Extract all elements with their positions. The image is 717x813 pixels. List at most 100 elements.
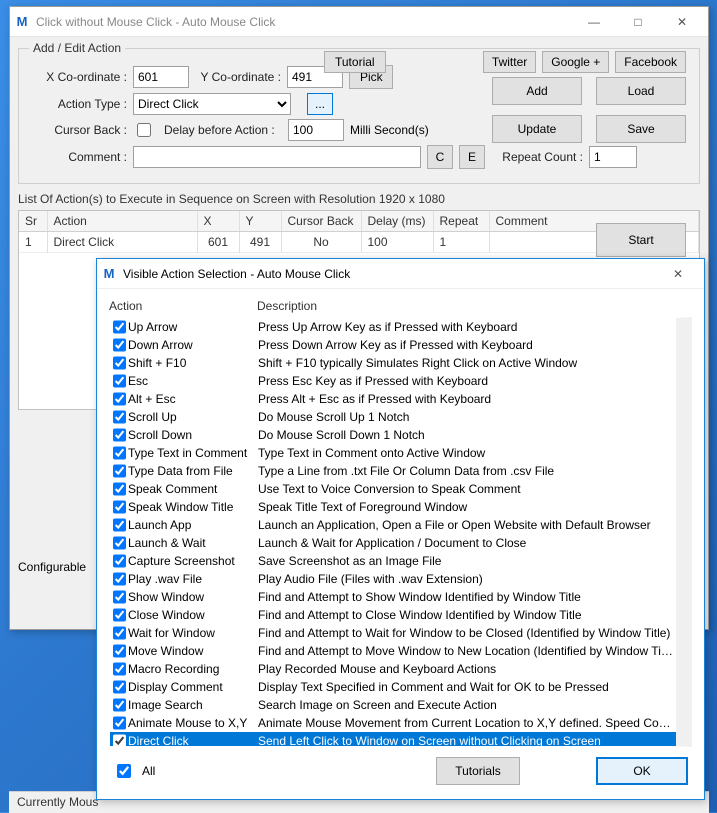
action-list[interactable]: Up ArrowPress Up Arrow Key as if Pressed… (109, 317, 692, 747)
scroll-thumb[interactable] (676, 334, 692, 730)
list-item[interactable]: Scroll DownDo Mouse Scroll Down 1 Notch (110, 426, 676, 444)
all-checkbox[interactable] (117, 764, 131, 778)
list-item[interactable]: Capture ScreenshotSave Screenshot as an … (110, 552, 676, 570)
update-button[interactable]: Update (492, 115, 582, 143)
list-item[interactable]: Alt + EscPress Alt + Esc as if Pressed w… (110, 390, 676, 408)
scrollbar[interactable]: ▲ ▼ (676, 318, 692, 746)
col-repeat[interactable]: Repeat (433, 211, 489, 232)
x-input[interactable] (133, 66, 189, 88)
cursor-back-checkbox[interactable] (137, 123, 151, 137)
list-item[interactable]: Move WindowFind and Attempt to Move Wind… (110, 642, 676, 660)
item-checkbox[interactable] (113, 338, 126, 352)
list-item[interactable]: Wait for WindowFind and Attempt to Wait … (110, 624, 676, 642)
col-delay[interactable]: Delay (ms) (361, 211, 433, 232)
item-checkbox[interactable] (113, 518, 126, 532)
list-item[interactable]: Show WindowFind and Attempt to Show Wind… (110, 588, 676, 606)
tutorials-button[interactable]: Tutorials (436, 757, 520, 785)
c-button[interactable]: C (427, 145, 453, 169)
item-checkbox[interactable] (113, 608, 126, 622)
item-checkbox[interactable] (113, 716, 126, 730)
list-item[interactable]: Animate Mouse to X,YAnimate Mouse Moveme… (110, 714, 676, 732)
list-item[interactable]: Close WindowFind and Attempt to Close Wi… (110, 606, 676, 624)
repeat-label: Repeat Count : (491, 150, 583, 164)
comment-input[interactable] (133, 146, 421, 168)
list-item[interactable]: Launch AppLaunch an Application, Open a … (110, 516, 676, 534)
list-item[interactable]: EscPress Esc Key as if Pressed with Keyb… (110, 372, 676, 390)
item-checkbox[interactable] (113, 644, 126, 658)
minimize-icon[interactable]: — (572, 7, 616, 37)
item-checkbox[interactable] (113, 356, 126, 370)
item-checkbox[interactable] (113, 734, 126, 747)
item-checkbox[interactable] (113, 392, 126, 406)
item-action: Shift + F10 (128, 356, 258, 370)
y-label: Y Co-ordinate : (195, 70, 281, 84)
list-item[interactable]: Display CommentDisplay Text Specified in… (110, 678, 676, 696)
item-checkbox[interactable] (113, 680, 126, 694)
col-sr[interactable]: Sr (19, 211, 47, 232)
col-y[interactable]: Y (239, 211, 281, 232)
header-description[interactable]: Description (257, 299, 317, 313)
item-description: Animate Mouse Movement from Current Loca… (258, 716, 676, 730)
dialog-titlebar[interactable]: M Visible Action Selection - Auto Mouse … (97, 259, 704, 289)
add-edit-legend: Add / Edit Action (29, 41, 125, 55)
header-action[interactable]: Action (109, 299, 257, 313)
google-button[interactable]: Google + (542, 51, 609, 73)
item-checkbox[interactable] (113, 554, 126, 568)
list-item[interactable]: Macro RecordingPlay Recorded Mouse and K… (110, 660, 676, 678)
list-item[interactable]: Up ArrowPress Up Arrow Key as if Pressed… (110, 318, 676, 336)
start-button[interactable]: Start (596, 223, 686, 257)
dialog-title: Visible Action Selection - Auto Mouse Cl… (123, 267, 656, 281)
item-checkbox[interactable] (113, 698, 126, 712)
col-action[interactable]: Action (47, 211, 197, 232)
list-item[interactable]: Speak Window TitleSpeak Title Text of Fo… (110, 498, 676, 516)
list-item[interactable]: Play .wav FilePlay Audio File (Files wit… (110, 570, 676, 588)
item-checkbox[interactable] (113, 374, 126, 388)
col-x[interactable]: X (197, 211, 239, 232)
list-item[interactable]: Type Data from FileType a Line from .txt… (110, 462, 676, 480)
dialog-close-icon[interactable]: ✕ (656, 259, 700, 289)
load-button[interactable]: Load (596, 77, 686, 105)
item-action: Macro Recording (128, 662, 258, 676)
facebook-button[interactable]: Facebook (615, 51, 686, 73)
e-button[interactable]: E (459, 145, 485, 169)
item-checkbox[interactable] (113, 482, 126, 496)
list-item[interactable]: Shift + F10Shift + F10 typically Simulat… (110, 354, 676, 372)
list-item[interactable]: Type Text in CommentType Text in Comment… (110, 444, 676, 462)
repeat-input[interactable] (589, 146, 637, 168)
col-cursor[interactable]: Cursor Back (281, 211, 361, 232)
item-checkbox[interactable] (113, 626, 126, 640)
item-description: Type a Line from .txt File Or Column Dat… (258, 464, 676, 478)
list-item[interactable]: Scroll UpDo Mouse Scroll Up 1 Notch (110, 408, 676, 426)
item-action: Image Search (128, 698, 258, 712)
item-checkbox[interactable] (113, 662, 126, 676)
maximize-icon[interactable]: □ (616, 7, 660, 37)
item-description: Find and Attempt to Show Window Identifi… (258, 590, 676, 604)
main-titlebar[interactable]: M Click without Mouse Click - Auto Mouse… (10, 7, 708, 37)
list-item[interactable]: Speak CommentUse Text to Voice Conversio… (110, 480, 676, 498)
item-checkbox[interactable] (113, 500, 126, 514)
item-checkbox[interactable] (113, 590, 126, 604)
scroll-up-icon[interactable]: ▲ (676, 318, 692, 334)
item-checkbox[interactable] (113, 446, 126, 460)
list-item[interactable]: Launch & WaitLaunch & Wait for Applicati… (110, 534, 676, 552)
item-checkbox[interactable] (113, 572, 126, 586)
action-type-more-button[interactable]: ... (307, 93, 333, 115)
action-type-select[interactable]: Direct Click (133, 93, 291, 115)
add-button[interactable]: Add (492, 77, 582, 105)
item-checkbox[interactable] (113, 464, 126, 478)
delay-input[interactable] (288, 119, 344, 141)
item-checkbox[interactable] (113, 410, 126, 424)
item-checkbox[interactable] (113, 320, 126, 334)
item-checkbox[interactable] (113, 536, 126, 550)
save-button[interactable]: Save (596, 115, 686, 143)
scroll-down-icon[interactable]: ▼ (676, 730, 692, 746)
list-item[interactable]: Down ArrowPress Down Arrow Key as if Pre… (110, 336, 676, 354)
ok-button[interactable]: OK (596, 757, 688, 785)
list-item[interactable]: Direct ClickSend Left Click to Window on… (110, 732, 676, 747)
item-checkbox[interactable] (113, 428, 126, 442)
twitter-button[interactable]: Twitter (483, 51, 536, 73)
item-description: Save Screenshot as an Image File (258, 554, 676, 568)
tutorial-button[interactable]: Tutorial (324, 51, 386, 73)
list-item[interactable]: Image SearchSearch Image on Screen and E… (110, 696, 676, 714)
close-icon[interactable]: ✕ (660, 7, 704, 37)
